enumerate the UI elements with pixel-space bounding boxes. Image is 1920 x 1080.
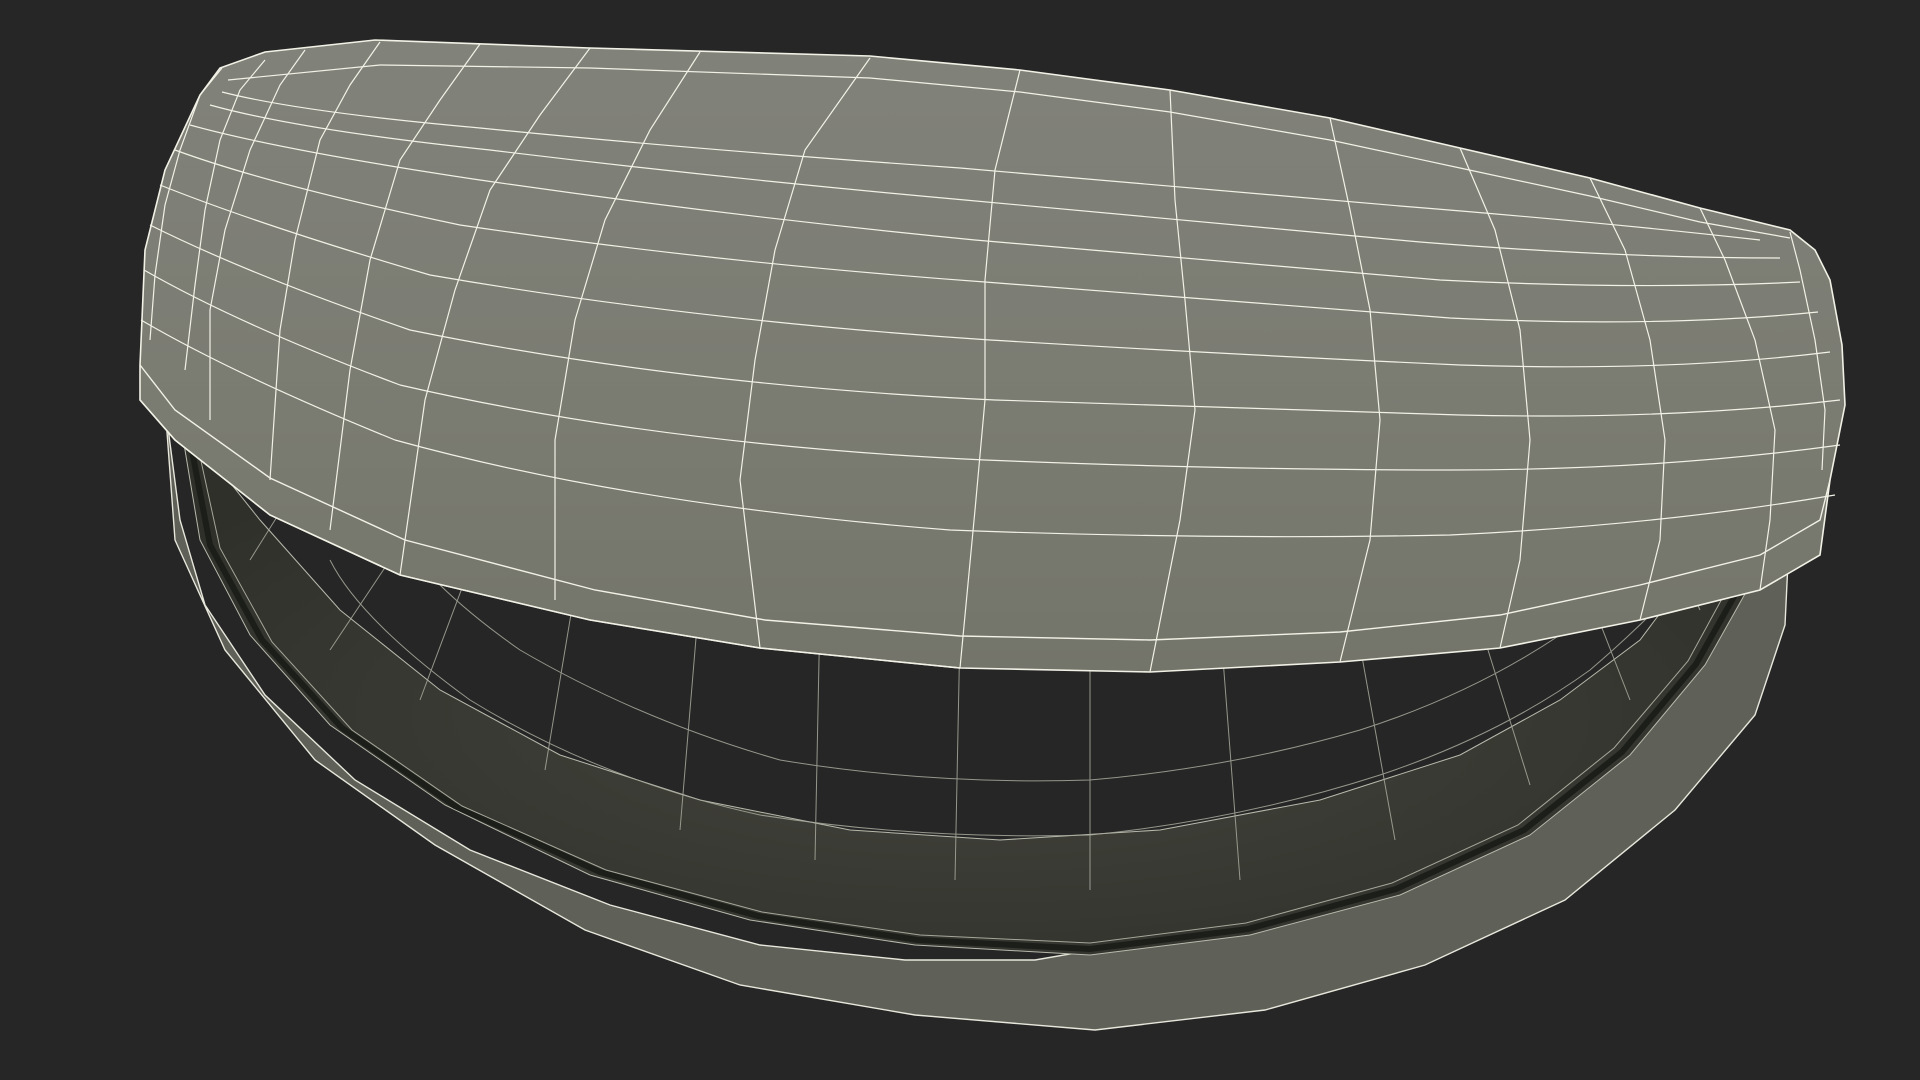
case-lid xyxy=(139,39,1846,673)
lid-surface xyxy=(139,39,1846,673)
wireframe-render xyxy=(139,39,1846,1031)
render-viewport xyxy=(0,0,1920,1080)
